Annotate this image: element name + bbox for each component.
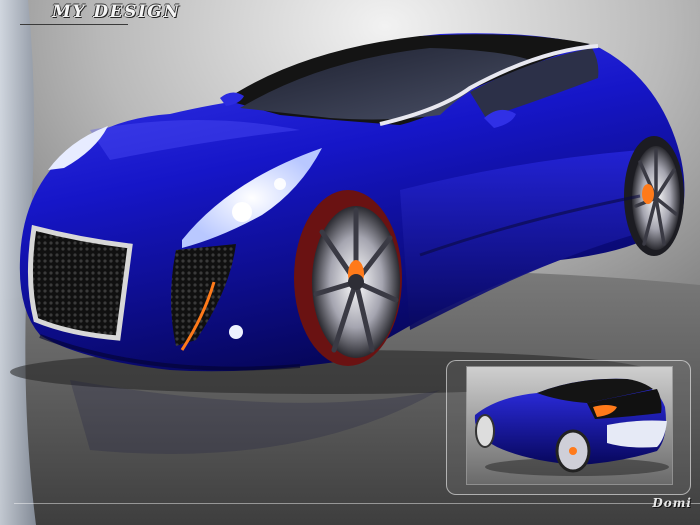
rear-view-inset <box>466 366 673 485</box>
title-underline <box>20 24 128 25</box>
artwork-title: MY DESIGN <box>52 2 181 22</box>
artist-signature: Domi <box>652 496 692 510</box>
bottom-rule <box>14 503 700 504</box>
artwork-canvas: MY DESIGN Domi <box>0 0 700 525</box>
rear-view-car-image <box>467 367 672 484</box>
